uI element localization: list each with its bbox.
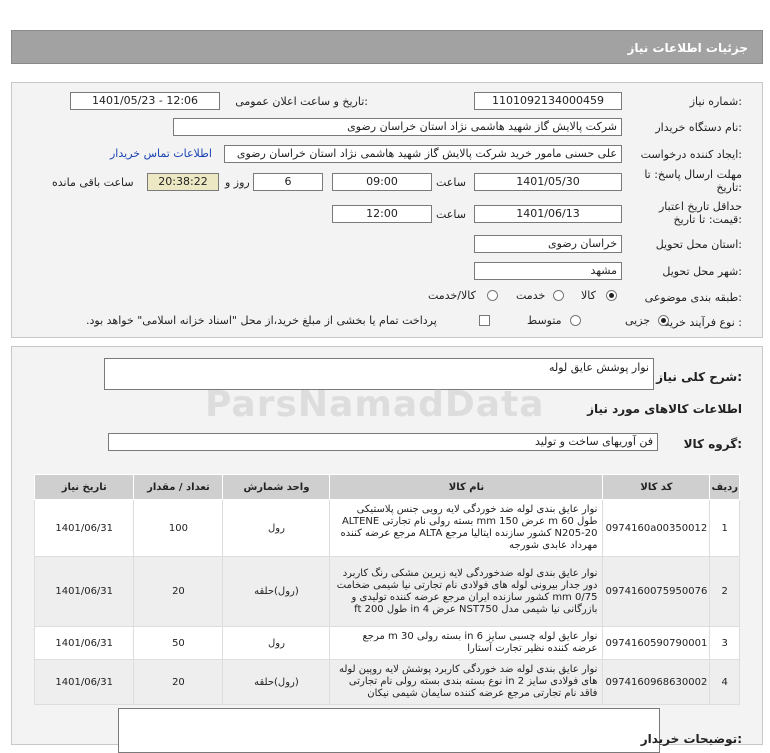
row-code: 0974160968630002: [602, 659, 711, 705]
row-index: 1: [709, 499, 740, 557]
validity-label-line2: قیمت: تا تاریخ:: [673, 213, 742, 226]
category-radio-service[interactable]: [553, 290, 564, 301]
row-date: 1401/06/31: [33, 626, 135, 660]
need-description-field: نوار پوشش عایق لوله: [104, 358, 654, 390]
row-code: 0974160590790001: [602, 626, 711, 660]
row-qty: 20: [133, 556, 224, 627]
deadline-time-field: 09:00: [332, 173, 432, 191]
buyer-org-field: شرکت پالایش گاز شهید هاشمی نژاد استان خر…: [173, 118, 622, 136]
city-label: شهر محل تحویل:: [662, 265, 742, 278]
remaining-time-field: 20:38:22: [147, 173, 219, 191]
row-code: 0974160a00350012: [602, 499, 711, 557]
goods-group-label: گروه کالا:: [683, 437, 742, 451]
row-unit: رول: [222, 499, 331, 557]
payment-note: پرداخت تمام یا بخشی از مبلغ خرید،از محل …: [86, 314, 437, 327]
category-option-service: خدمت: [516, 289, 546, 302]
goods-info-title: اطلاعات کالاهای مورد نیاز: [587, 402, 742, 416]
row-name: نوار عایق بندی لوله ضد خوردگی لایه رویی …: [329, 499, 604, 557]
row-date: 1401/06/31: [33, 499, 135, 557]
deadline-date-field: 1401/05/30: [474, 173, 622, 191]
validity-label-line1: حداقل تاریخ اعتبار: [658, 200, 742, 213]
announce-label: تاریخ و ساعت اعلان عمومی:: [235, 95, 368, 108]
col-name: نام کالا: [329, 474, 604, 500]
col-date: تاریخ نیاز: [33, 474, 135, 500]
category-option-goods: کالا: [581, 289, 596, 302]
province-field: خراسان رضوی: [474, 235, 622, 253]
treasury-checkbox[interactable]: [479, 315, 490, 326]
goods-group-field: فن آوریهای ساخت و تولید: [108, 433, 658, 451]
row-index: 4: [709, 659, 740, 705]
row-unit: رول: [222, 626, 331, 660]
row-qty: 20: [133, 659, 224, 705]
deadline-label-line1: مهلت ارسال پاسخ: تا: [644, 168, 742, 181]
col-qty: تعداد / مقدار: [133, 474, 224, 500]
page-header: جزئیات اطلاعات نیاز: [11, 30, 763, 64]
row-index: 2: [709, 556, 740, 627]
days-field: 6: [253, 173, 323, 191]
row-name: نوار عایق بندی لوله ضدخوردگی لایه زیرین …: [329, 556, 604, 627]
need-number-field: 1101092134000459: [474, 92, 622, 110]
table-row: 2 0974160075950076 نوار عایق بندی لوله ض…: [33, 556, 740, 627]
col-code: کد کالا: [602, 474, 711, 500]
creator-field: علی حسنی مامور خرید شرکت پالایش گاز شهید…: [224, 145, 622, 163]
goods-table-header: ردیف کد کالا نام کالا واحد شمارش تعداد /…: [33, 474, 740, 500]
category-option-goods-service: کالا/خدمت: [428, 289, 476, 302]
row-code: 0974160075950076: [602, 556, 711, 627]
row-qty: 50: [133, 626, 224, 660]
validity-date-field: 1401/06/13: [474, 205, 622, 223]
buyer-notes-field: [118, 708, 660, 753]
creator-label: ایجاد کننده درخواست:: [640, 148, 742, 161]
deadline-label-line2: تاریخ:: [716, 181, 742, 194]
col-unit: واحد شمارش: [222, 474, 331, 500]
process-radio-minor[interactable]: [658, 315, 669, 326]
row-unit: (رول)حلقه: [222, 556, 331, 627]
row-qty: 100: [133, 499, 224, 557]
process-option-medium: متوسط: [527, 314, 562, 327]
category-radio-goods[interactable]: [606, 290, 617, 301]
remaining-label: ساعت باقی مانده: [52, 176, 134, 189]
announce-field: 1401/05/23 - 12:06: [70, 92, 220, 110]
validity-time-field: 12:00: [332, 205, 432, 223]
need-description-label: شرح کلی نیاز:: [656, 370, 742, 384]
row-unit: (رول)حلقه: [222, 659, 331, 705]
category-label: طبقه بندی موضوعی:: [644, 291, 742, 304]
deadline-time-label: ساعت: [436, 176, 466, 189]
buyer-org-label: نام دستگاه خریدار:: [655, 121, 742, 134]
goods-table: ردیف کد کالا نام کالا واحد شمارش تعداد /…: [33, 474, 740, 705]
days-label: روز و: [225, 176, 250, 189]
city-field: مشهد: [474, 262, 622, 280]
process-option-minor: جزیی: [625, 314, 651, 327]
row-name: نوار عایق لوله چسبی سایز in 6 بسته رولی …: [329, 626, 604, 660]
buyer-notes-label: توضیحات خریدار:: [640, 732, 742, 746]
validity-time-label: ساعت: [436, 208, 466, 221]
row-name: نوار عایق بندی لوله ضد خوردگی کاربرد پوش…: [329, 659, 604, 705]
deadline-label: مهلت ارسال پاسخ: تا تاریخ:: [644, 168, 742, 194]
col-index: ردیف: [709, 474, 740, 500]
process-radio-medium[interactable]: [570, 315, 581, 326]
need-number-label: شماره نیاز:: [689, 95, 742, 108]
table-row: 3 0974160590790001 نوار عایق لوله چسبی س…: [33, 626, 740, 660]
row-date: 1401/06/31: [33, 556, 135, 627]
page-title: جزئیات اطلاعات نیاز: [627, 41, 748, 55]
validity-label: حداقل تاریخ اعتبار قیمت: تا تاریخ:: [659, 200, 742, 226]
row-date: 1401/06/31: [33, 659, 135, 705]
table-row: 1 0974160a00350012 نوار عایق بندی لوله ض…: [33, 499, 740, 557]
province-label: استان محل تحویل:: [655, 238, 742, 251]
contact-buyer-link[interactable]: اطلاعات تماس خریدار: [110, 147, 212, 160]
row-index: 3: [709, 626, 740, 660]
category-radio-goods-service[interactable]: [487, 290, 498, 301]
table-row: 4 0974160968630002 نوار عایق بندی لوله ض…: [33, 659, 740, 705]
process-label: نوع فرآیند خرید :: [664, 316, 742, 329]
